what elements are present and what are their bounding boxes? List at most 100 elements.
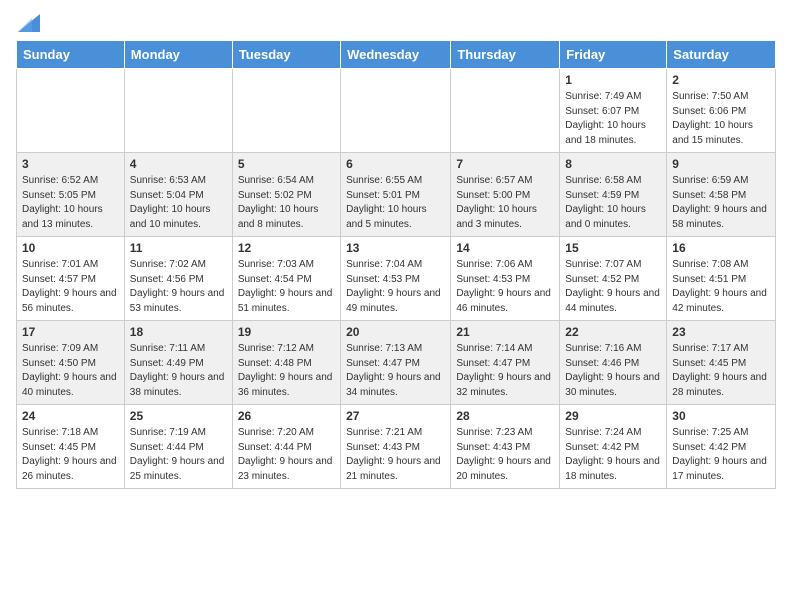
day-info: Sunrise: 6:54 AM Sunset: 5:02 PM Dayligh… xyxy=(238,174,335,232)
day-info: Sunrise: 6:59 AM Sunset: 4:58 PM Dayligh… xyxy=(672,174,770,232)
day-info: Sunrise: 6:57 AM Sunset: 5:00 PM Dayligh… xyxy=(456,174,554,232)
weekday-header-friday: Friday xyxy=(560,41,667,69)
logo-bird-icon xyxy=(18,14,40,32)
calendar-cell xyxy=(17,69,125,153)
day-number: 30 xyxy=(672,409,770,423)
logo xyxy=(16,16,40,32)
calendar-cell: 2 Sunrise: 7:50 AM Sunset: 6:06 PM Daylig… xyxy=(667,69,776,153)
calendar-cell: 26 Sunrise: 7:20 AM Sunset: 4:44 PM Dayli… xyxy=(232,405,340,489)
calendar-cell xyxy=(341,69,451,153)
day-info: Sunrise: 6:55 AM Sunset: 5:01 PM Dayligh… xyxy=(346,174,445,232)
day-number: 29 xyxy=(565,409,661,423)
calendar-cell: 17Sunrise: 7:09 AM Sunset: 4:50 PM Dayli… xyxy=(17,321,125,405)
day-info: Sunrise: 7:11 AM Sunset: 4:49 PM Dayligh… xyxy=(130,342,227,400)
day-number: 8 xyxy=(565,157,661,171)
calendar-cell: 23 Sunrise: 7:17 AM Sunset: 4:45 PM Dayli… xyxy=(667,321,776,405)
day-number: 26 xyxy=(238,409,335,423)
day-number: 20 xyxy=(346,325,445,339)
day-info: Sunrise: 7:06 AM Sunset: 4:53 PM Dayligh… xyxy=(456,258,554,316)
calendar-cell xyxy=(232,69,340,153)
weekday-header-wednesday: Wednesday xyxy=(341,41,451,69)
calendar-cell: 24 Sunrise: 7:18 AM Sunset: 4:45 PM Dayli… xyxy=(17,405,125,489)
calendar-cell: 18Sunrise: 7:11 AM Sunset: 4:49 PM Dayli… xyxy=(124,321,232,405)
weekday-header-saturday: Saturday xyxy=(667,41,776,69)
day-number: 14 xyxy=(456,241,554,255)
day-info: Sunrise: 6:53 AM Sunset: 5:04 PM Dayligh… xyxy=(130,174,227,232)
day-number: 1 xyxy=(565,73,661,87)
day-number: 9 xyxy=(672,157,770,171)
day-info: Sunrise: 7:50 AM Sunset: 6:06 PM Dayligh… xyxy=(672,90,770,148)
day-info: Sunrise: 6:52 AM Sunset: 5:05 PM Dayligh… xyxy=(22,174,119,232)
day-info: Sunrise: 7:09 AM Sunset: 4:50 PM Dayligh… xyxy=(22,342,119,400)
page-header xyxy=(16,16,776,32)
day-info: Sunrise: 7:24 AM Sunset: 4:42 PM Dayligh… xyxy=(565,426,661,484)
day-number: 12 xyxy=(238,241,335,255)
calendar-cell: 14 Sunrise: 7:06 AM Sunset: 4:53 PM Dayli… xyxy=(451,237,560,321)
calendar-table: SundayMondayTuesdayWednesdayThursdayFrid… xyxy=(16,40,776,489)
weekday-header-sunday: Sunday xyxy=(17,41,125,69)
calendar-cell: 1Sunrise: 7:49 AM Sunset: 6:07 PM Daylig… xyxy=(560,69,667,153)
calendar-cell: 10 Sunrise: 7:01 AM Sunset: 4:57 PM Dayli… xyxy=(17,237,125,321)
day-number: 24 xyxy=(22,409,119,423)
day-info: Sunrise: 7:18 AM Sunset: 4:45 PM Dayligh… xyxy=(22,426,119,484)
day-number: 22 xyxy=(565,325,661,339)
day-number: 11 xyxy=(130,241,227,255)
day-number: 6 xyxy=(346,157,445,171)
day-info: Sunrise: 7:23 AM Sunset: 4:43 PM Dayligh… xyxy=(456,426,554,484)
day-number: 10 xyxy=(22,241,119,255)
calendar-cell: 28 Sunrise: 7:23 AM Sunset: 4:43 PM Dayli… xyxy=(451,405,560,489)
day-info: Sunrise: 7:07 AM Sunset: 4:52 PM Dayligh… xyxy=(565,258,661,316)
calendar-header-row: SundayMondayTuesdayWednesdayThursdayFrid… xyxy=(17,41,776,69)
day-number: 2 xyxy=(672,73,770,87)
day-info: Sunrise: 7:14 AM Sunset: 4:47 PM Dayligh… xyxy=(456,342,554,400)
day-info: Sunrise: 7:19 AM Sunset: 4:44 PM Dayligh… xyxy=(130,426,227,484)
day-info: Sunrise: 7:01 AM Sunset: 4:57 PM Dayligh… xyxy=(22,258,119,316)
day-info: Sunrise: 7:16 AM Sunset: 4:46 PM Dayligh… xyxy=(565,342,661,400)
calendar-cell: 3 Sunrise: 6:52 AM Sunset: 5:05 PM Daylig… xyxy=(17,153,125,237)
calendar-week-2: 3 Sunrise: 6:52 AM Sunset: 5:05 PM Daylig… xyxy=(17,153,776,237)
calendar-cell: 8 Sunrise: 6:58 AM Sunset: 4:59 PM Daylig… xyxy=(560,153,667,237)
calendar-week-4: 17Sunrise: 7:09 AM Sunset: 4:50 PM Dayli… xyxy=(17,321,776,405)
day-number: 16 xyxy=(672,241,770,255)
day-number: 28 xyxy=(456,409,554,423)
day-info: Sunrise: 7:13 AM Sunset: 4:47 PM Dayligh… xyxy=(346,342,445,400)
calendar-cell: 13Sunrise: 7:04 AM Sunset: 4:53 PM Dayli… xyxy=(341,237,451,321)
day-number: 23 xyxy=(672,325,770,339)
calendar-week-3: 10 Sunrise: 7:01 AM Sunset: 4:57 PM Dayli… xyxy=(17,237,776,321)
calendar-cell: 6 Sunrise: 6:55 AM Sunset: 5:01 PM Daylig… xyxy=(341,153,451,237)
day-info: Sunrise: 7:02 AM Sunset: 4:56 PM Dayligh… xyxy=(130,258,227,316)
calendar-cell: 4 Sunrise: 6:53 AM Sunset: 5:04 PM Daylig… xyxy=(124,153,232,237)
calendar-cell: 12Sunrise: 7:03 AM Sunset: 4:54 PM Dayli… xyxy=(232,237,340,321)
calendar-cell: 19Sunrise: 7:12 AM Sunset: 4:48 PM Dayli… xyxy=(232,321,340,405)
calendar-cell: 7 Sunrise: 6:57 AM Sunset: 5:00 PM Daylig… xyxy=(451,153,560,237)
calendar-cell: 25 Sunrise: 7:19 AM Sunset: 4:44 PM Dayli… xyxy=(124,405,232,489)
day-number: 5 xyxy=(238,157,335,171)
weekday-header-monday: Monday xyxy=(124,41,232,69)
weekday-header-tuesday: Tuesday xyxy=(232,41,340,69)
calendar-cell: 5 Sunrise: 6:54 AM Sunset: 5:02 PM Daylig… xyxy=(232,153,340,237)
day-info: Sunrise: 7:20 AM Sunset: 4:44 PM Dayligh… xyxy=(238,426,335,484)
day-info: Sunrise: 7:08 AM Sunset: 4:51 PM Dayligh… xyxy=(672,258,770,316)
day-info: Sunrise: 6:58 AM Sunset: 4:59 PM Dayligh… xyxy=(565,174,661,232)
calendar-cell: 16 Sunrise: 7:08 AM Sunset: 4:51 PM Dayli… xyxy=(667,237,776,321)
calendar-cell: 30 Sunrise: 7:25 AM Sunset: 4:42 PM Dayli… xyxy=(667,405,776,489)
day-info: Sunrise: 7:17 AM Sunset: 4:45 PM Dayligh… xyxy=(672,342,770,400)
calendar-cell xyxy=(124,69,232,153)
calendar-cell: 11 Sunrise: 7:02 AM Sunset: 4:56 PM Dayli… xyxy=(124,237,232,321)
day-number: 7 xyxy=(456,157,554,171)
calendar-week-1: 1Sunrise: 7:49 AM Sunset: 6:07 PM Daylig… xyxy=(17,69,776,153)
calendar-cell: 21 Sunrise: 7:14 AM Sunset: 4:47 PM Dayli… xyxy=(451,321,560,405)
calendar-week-5: 24 Sunrise: 7:18 AM Sunset: 4:45 PM Dayli… xyxy=(17,405,776,489)
day-number: 25 xyxy=(130,409,227,423)
day-number: 27 xyxy=(346,409,445,423)
day-number: 13 xyxy=(346,241,445,255)
weekday-header-thursday: Thursday xyxy=(451,41,560,69)
day-number: 15 xyxy=(565,241,661,255)
day-number: 4 xyxy=(130,157,227,171)
day-number: 3 xyxy=(22,157,119,171)
day-info: Sunrise: 7:25 AM Sunset: 4:42 PM Dayligh… xyxy=(672,426,770,484)
calendar-cell: 22 Sunrise: 7:16 AM Sunset: 4:46 PM Dayli… xyxy=(560,321,667,405)
calendar-cell: 9 Sunrise: 6:59 AM Sunset: 4:58 PM Daylig… xyxy=(667,153,776,237)
calendar-cell: 20 Sunrise: 7:13 AM Sunset: 4:47 PM Dayli… xyxy=(341,321,451,405)
day-number: 21 xyxy=(456,325,554,339)
